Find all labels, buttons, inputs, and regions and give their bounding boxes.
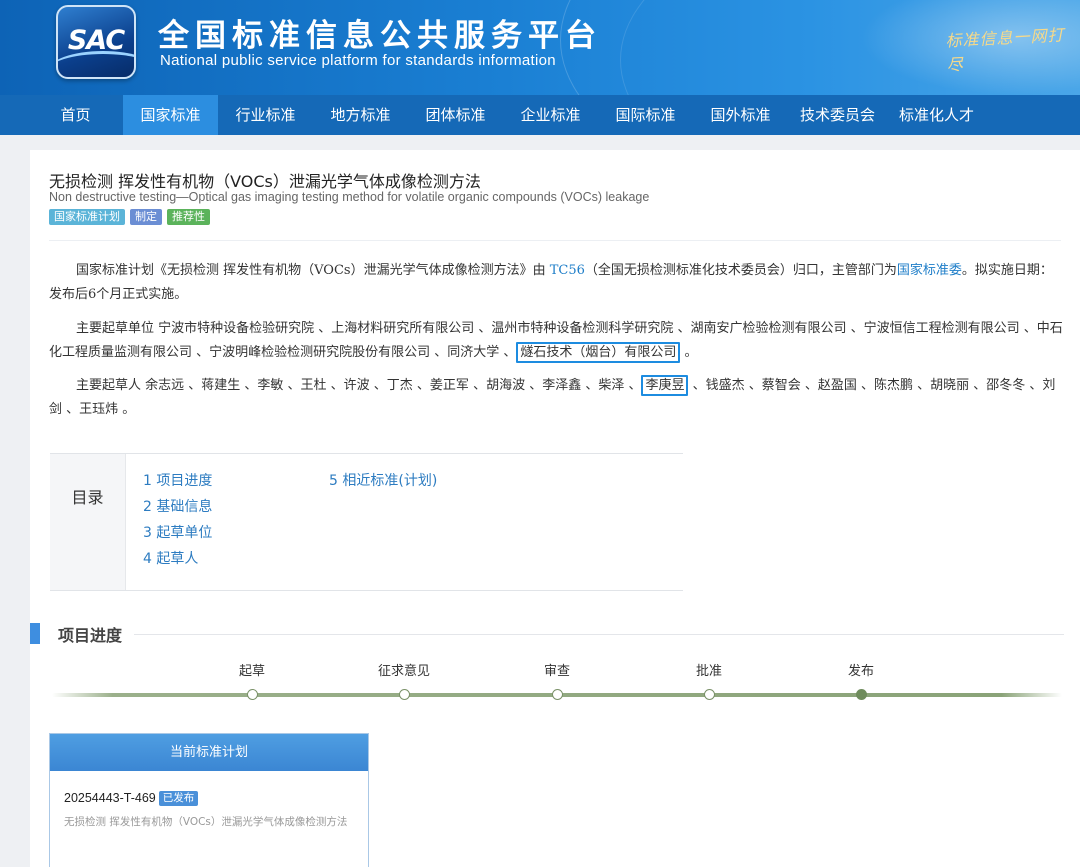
content-card: 无损检测 挥发性有机物（VOCs）泄漏光学气体成像检测方法 Non destru… bbox=[30, 150, 1080, 867]
toc-column: 5 相近标准(计划) bbox=[329, 468, 437, 494]
nav-item-international-standards[interactable]: 国际标准 bbox=[598, 95, 693, 135]
site-title: 全国标准信息公共服务平台 bbox=[158, 18, 602, 54]
timeline-step-draft: 起草 bbox=[212, 662, 292, 700]
toc-link-drafters[interactable]: 4 起草人 bbox=[143, 546, 212, 572]
intro-text: 国家标准计划《无损检测 挥发性有机物（VOCs）泄漏光学气体成像检测方法》由 bbox=[76, 263, 550, 278]
current-plan-body: 20254443-T-469 已发布 无损检测 挥发性有机物（VOCs）泄漏光学气… bbox=[50, 771, 368, 830]
plan-code-row: 20254443-T-469 已发布 bbox=[64, 787, 354, 806]
timeline-dot-complete bbox=[855, 689, 867, 700]
drafters-list: 余志远 、蒋建生 、李敏 、王杜 、许波 、丁杰 、姜正军 、胡海波 、李泽鑫 … bbox=[145, 378, 642, 393]
section-rule bbox=[134, 634, 1064, 635]
timeline-dot bbox=[398, 689, 410, 700]
progress-timeline: 起草 征求意见 审查 批准 发布 bbox=[52, 662, 1062, 710]
nav-item-technical-committees[interactable]: 技术委员会 bbox=[788, 95, 887, 135]
drafting-units-paragraph: 主要起草单位 宁波市特种设备检验研究院 、上海材料研究所有限公司 、温州市特种设… bbox=[49, 317, 1063, 365]
highlighted-unit: 燧石技术（烟台）有限公司 bbox=[516, 342, 681, 363]
plan-name: 无损检测 挥发性有机物（VOCs）泄漏光学气体成像检测方法 bbox=[64, 816, 348, 828]
drafting-units-end: 。 bbox=[680, 345, 698, 360]
toc-link-basic-info[interactable]: 2 基础信息 bbox=[143, 494, 212, 520]
nav-item-national-standards[interactable]: 国家标准 bbox=[123, 95, 218, 135]
current-plan-card: 当前标准计划 20254443-T-469 已发布 无损检测 挥发性有机物（VOC… bbox=[49, 733, 369, 867]
toc-column: 1 项目进度 2 基础信息 3 起草单位 4 起草人 bbox=[143, 468, 212, 572]
main-nav: 首页 国家标准 行业标准 地方标准 团体标准 企业标准 国际标准 国外标准 技术… bbox=[0, 95, 1080, 135]
timeline-step-approve: 批准 bbox=[669, 662, 749, 700]
status-badge: 已发布 bbox=[158, 791, 199, 806]
nav-item-foreign-standards[interactable]: 国外标准 bbox=[693, 95, 788, 135]
timeline-step-label: 发布 bbox=[847, 664, 874, 679]
tag-nature: 推荐性 bbox=[167, 209, 210, 225]
timeline-step-publish: 发布 bbox=[821, 662, 901, 700]
nav-item-local-standards[interactable]: 地方标准 bbox=[313, 95, 408, 135]
drafting-units-label: 主要起草单位 bbox=[76, 321, 159, 336]
section-heading-progress: 项目进度 bbox=[30, 622, 1080, 645]
toc-link-drafting-units[interactable]: 3 起草单位 bbox=[143, 520, 212, 546]
nav-item-talent[interactable]: 标准化人才 bbox=[887, 95, 986, 135]
toc-label-text: 目录 bbox=[71, 488, 104, 507]
page-subtitle-en: Non destructive testing—Optical gas imag… bbox=[49, 190, 650, 204]
table-of-contents: 目录 1 项目进度 2 基础信息 3 起草单位 4 起草人 5 相近标准(计划) bbox=[50, 453, 683, 591]
nav-item-group-standards[interactable]: 团体标准 bbox=[408, 95, 503, 135]
tc-link[interactable]: TC56 bbox=[550, 263, 585, 278]
tag-list: 国家标准计划 制定 推荐性 bbox=[49, 209, 210, 225]
page-title: 无损检测 挥发性有机物（VOCs）泄漏光学气体成像检测方法 bbox=[49, 172, 481, 191]
timeline-step-label: 审查 bbox=[543, 664, 570, 679]
slogan: 标准信息一网打尽 bbox=[945, 25, 1065, 75]
site-subtitle: National public service platform for sta… bbox=[160, 52, 556, 69]
highlighted-drafter: 李庚昱 bbox=[641, 375, 689, 396]
section-title: 项目进度 bbox=[58, 626, 123, 645]
timeline-dot bbox=[703, 689, 715, 700]
timeline-step-review: 审查 bbox=[517, 662, 597, 700]
timeline-dot bbox=[551, 689, 563, 700]
nav-item-industry-standards[interactable]: 行业标准 bbox=[218, 95, 313, 135]
sac-logo[interactable]: SAC bbox=[56, 5, 136, 79]
intro-text: （全国无损检测标准化技术委员会）归口，主管部门为 bbox=[584, 263, 897, 278]
toc-link-similar-standards[interactable]: 5 相近标准(计划) bbox=[329, 468, 437, 494]
nav-item-enterprise-standards[interactable]: 企业标准 bbox=[503, 95, 598, 135]
tag-type: 制定 bbox=[130, 209, 162, 225]
dept-link[interactable]: 国家标准委 bbox=[897, 263, 962, 278]
intro-paragraph: 国家标准计划《无损检测 挥发性有机物（VOCs）泄漏光学气体成像检测方法》由 T… bbox=[49, 259, 1063, 307]
timeline-step-comment: 征求意见 bbox=[364, 662, 444, 700]
divider bbox=[49, 240, 1061, 241]
timeline-step-label: 批准 bbox=[695, 664, 722, 679]
logo-text: SAC bbox=[67, 25, 125, 56]
timeline-step-label: 起草 bbox=[238, 664, 265, 679]
drafters-label: 主要起草人 bbox=[76, 378, 146, 393]
timeline-dot bbox=[246, 689, 258, 700]
drafters-paragraph: 主要起草人 余志远 、蒋建生 、李敏 、王杜 、许波 、丁杰 、姜正军 、胡海波… bbox=[49, 374, 1063, 422]
nav-item-home[interactable]: 首页 bbox=[28, 95, 123, 135]
timeline-step-label: 征求意见 bbox=[377, 664, 430, 679]
section-marker bbox=[30, 623, 40, 644]
tag-plan: 国家标准计划 bbox=[49, 209, 125, 225]
toc-link-progress[interactable]: 1 项目进度 bbox=[143, 468, 212, 494]
toc-label: 目录 bbox=[50, 454, 126, 590]
site-header: SAC 全国标准信息公共服务平台 National public service… bbox=[0, 0, 1080, 95]
current-plan-heading: 当前标准计划 bbox=[50, 734, 368, 771]
plan-code-link[interactable]: 20254443-T-469 bbox=[64, 791, 156, 805]
